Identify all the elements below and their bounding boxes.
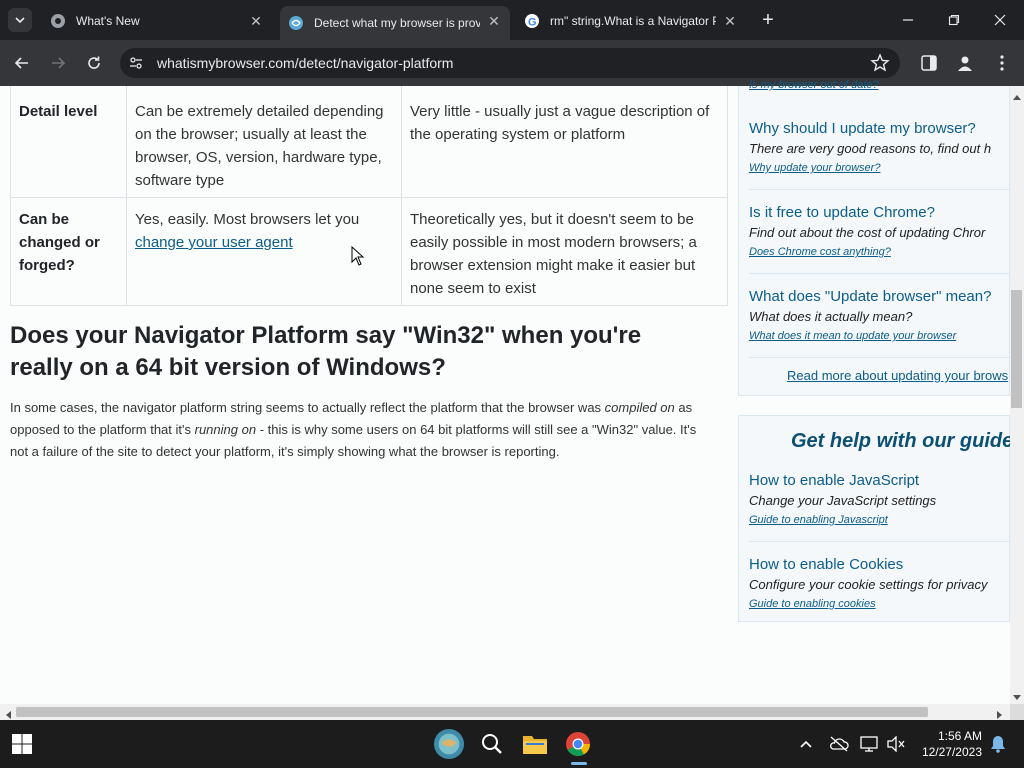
reload-button[interactable] (82, 51, 106, 75)
sidebar-link[interactable]: Guide to enabling cookies (749, 598, 876, 610)
globe-app-button[interactable] (433, 728, 465, 760)
new-tab-button[interactable]: + (756, 8, 780, 32)
table-row-label: Detail level (10, 86, 127, 198)
windows-logo-icon (12, 734, 32, 754)
scrollbar-corner (1010, 704, 1024, 720)
chevron-down-icon (15, 17, 25, 24)
url-text[interactable]: whatismybrowser.com/detect/navigator-pla… (157, 55, 453, 71)
restore-button[interactable] (942, 8, 966, 32)
guides-heading: Get help with our guide (791, 430, 1014, 452)
active-app-indicator (571, 762, 587, 765)
tab-whats-new[interactable]: What's New ✕ (40, 6, 272, 36)
tab-title: What's New (76, 14, 140, 28)
sidebar-question: Why should I update my browser? (749, 120, 976, 137)
onedrive-status[interactable] (823, 728, 855, 760)
sidebar-description: Change your JavaScript settings (749, 493, 937, 508)
divider (749, 273, 1009, 274)
table-row-label: Can be changed or forged? (10, 197, 127, 306)
wimb-icon (288, 15, 304, 31)
folder-icon (523, 736, 547, 754)
restore-icon (948, 14, 960, 26)
profile-avatar-icon[interactable] (956, 54, 974, 72)
site-info-icon[interactable] (128, 55, 144, 71)
tab-navigator-search[interactable]: G rm" string.What is a Navigator P ✕ (514, 6, 746, 36)
search-icon (482, 734, 502, 754)
close-tab-icon[interactable]: ✕ (722, 13, 738, 29)
cloud-off-icon (830, 736, 849, 752)
horizontal-scrollbar-thumb[interactable] (16, 707, 928, 717)
scroll-down-arrow-icon[interactable] (1012, 689, 1022, 700)
sidebar-question: How to enable JavaScript (749, 472, 920, 489)
chevron-up-icon (800, 740, 812, 748)
sidebar-link[interactable]: Is my browser out of date? (749, 79, 879, 91)
close-icon (994, 14, 1006, 26)
table-cell: Can be extremely detailed depending on t… (126, 86, 402, 198)
back-arrow-icon (14, 57, 28, 69)
menu-kebab-icon[interactable] (994, 54, 1010, 72)
read-more-link[interactable]: Read more about updating your brows (787, 368, 1008, 383)
globe-app-icon (433, 728, 465, 760)
section-paragraph: In some cases, the navigator platform st… (10, 400, 697, 459)
chrome-icon (566, 732, 590, 757)
sidebar-link[interactable]: Does Chrome cost anything? (749, 246, 891, 258)
tab-title: Detect what my browser is prov (314, 16, 480, 30)
divider (749, 541, 1009, 542)
minimize-button[interactable] (896, 8, 920, 32)
svg-text:G: G (528, 17, 537, 29)
bell-icon (991, 736, 1005, 753)
sidebar-description: What does it actually mean? (749, 309, 913, 324)
table-cell: Very little - usually just a vague descr… (401, 86, 728, 198)
google-icon: G (524, 13, 540, 29)
clock-time: 1:56 AM (937, 729, 982, 743)
mouse-cursor (351, 245, 365, 266)
notifications-button[interactable] (982, 728, 1014, 760)
sidebar-question: Is it free to update Chrome? (749, 204, 935, 221)
chrome-icon (50, 13, 66, 29)
minimize-icon (903, 19, 913, 21)
sidebar-description: There are very good reasons to, find out… (749, 141, 992, 156)
close-window-button[interactable] (988, 8, 1012, 32)
tab-search-button[interactable] (8, 8, 32, 32)
tab-title: rm" string.What is a Navigator P (550, 14, 716, 28)
scroll-right-arrow-icon[interactable] (994, 707, 1004, 719)
close-tab-icon[interactable]: ✕ (486, 13, 502, 29)
clock-date: 12/27/2023 (921, 745, 982, 759)
forward-button[interactable] (46, 51, 70, 75)
change-user-agent-link[interactable]: change your user agent (135, 234, 293, 251)
back-button[interactable] (10, 51, 34, 75)
divider (749, 357, 1009, 358)
show-hidden-icons-button[interactable] (790, 728, 822, 760)
forward-arrow-icon (52, 57, 66, 69)
sidebar-description: Find out about the cost of updating Chro… (749, 225, 986, 240)
side-panel-icon[interactable] (920, 54, 938, 72)
volume-status[interactable] (880, 728, 912, 760)
tab-detect-browser[interactable]: Detect what my browser is prov ✕ (280, 6, 510, 40)
close-tab-icon[interactable]: ✕ (248, 13, 264, 29)
sidebar-link[interactable]: Why update your browser? (749, 162, 880, 174)
start-button[interactable] (6, 728, 38, 760)
scroll-up-arrow-icon[interactable] (1012, 90, 1022, 100)
scroll-left-arrow-icon[interactable] (4, 707, 14, 719)
file-explorer-button[interactable] (519, 728, 551, 760)
sidebar-link[interactable]: Guide to enabling Javascript (749, 514, 888, 526)
divider (749, 189, 1009, 190)
network-icon (860, 736, 878, 752)
system-clock[interactable]: 1:56 AM 12/27/2023 (912, 728, 982, 760)
table-cell: Theoretically yes, but it doesn't seem t… (401, 197, 728, 306)
section-heading: Does your Navigator Platform say "Win32"… (10, 322, 642, 381)
sidebar-description: Configure your cookie settings for priva… (749, 577, 988, 592)
reload-icon (88, 56, 100, 69)
sidebar-link[interactable]: What does it mean to update your browser (749, 330, 956, 342)
vertical-scrollbar-thumb[interactable] (1011, 290, 1022, 408)
sidebar-question: What does "Update browser" mean? (749, 288, 992, 305)
tab-strip: What's New ✕ Detect what my browser is p… (0, 0, 1024, 40)
speaker-muted-icon (887, 736, 905, 752)
chrome-taskbar-button[interactable] (562, 728, 594, 760)
sidebar-question: How to enable Cookies (749, 556, 904, 573)
bookmark-star-icon[interactable] (870, 53, 890, 73)
search-button[interactable] (476, 728, 508, 760)
